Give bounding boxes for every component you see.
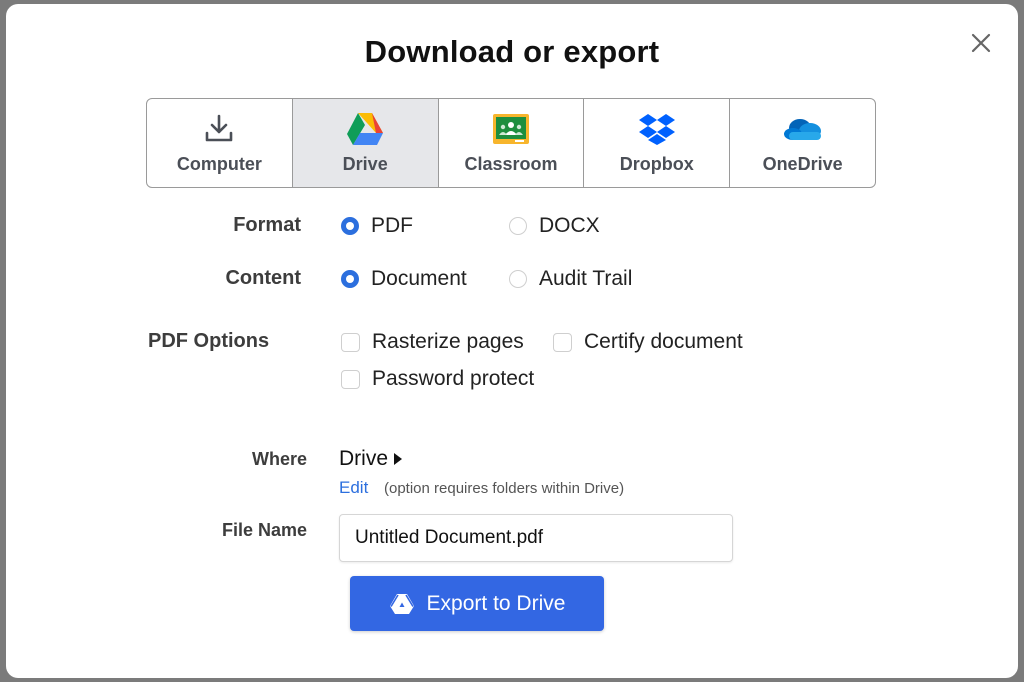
tab-onedrive[interactable]: OneDrive bbox=[730, 99, 875, 187]
destination-tabs: Computer Drive Classroom Dropbox OneDriv… bbox=[146, 98, 876, 188]
where-label: Where bbox=[251, 449, 307, 469]
where-value: Drive bbox=[339, 447, 389, 470]
format-option-label: DOCX bbox=[539, 214, 600, 237]
tab-label: Computer bbox=[176, 154, 262, 174]
export-button-label: Export to Drive bbox=[426, 591, 566, 615]
where-note: (option requires folders within Drive) bbox=[384, 480, 625, 497]
tab-label: Classroom bbox=[464, 154, 558, 174]
google-drive-icon bbox=[389, 593, 414, 614]
option-password-protect[interactable]: Password protect bbox=[341, 367, 534, 391]
radio-document[interactable] bbox=[341, 270, 359, 288]
tab-label: Dropbox bbox=[619, 154, 694, 174]
pdf-option-label: Certify document bbox=[584, 330, 743, 353]
google-classroom-icon bbox=[492, 114, 529, 144]
onedrive-icon bbox=[783, 119, 821, 140]
tab-label: OneDrive bbox=[762, 154, 843, 174]
tab-classroom[interactable]: Classroom bbox=[439, 99, 585, 187]
radio-pdf[interactable] bbox=[341, 217, 359, 235]
format-option-pdf[interactable]: PDF bbox=[341, 214, 413, 238]
where-selector[interactable]: Drive bbox=[339, 447, 403, 471]
format-option-docx[interactable]: DOCX bbox=[509, 214, 600, 238]
content-option-document[interactable]: Document bbox=[341, 267, 467, 291]
radio-audit-trail[interactable] bbox=[509, 270, 527, 288]
option-rasterize-pages[interactable]: Rasterize pages bbox=[341, 330, 524, 354]
file-name-input[interactable] bbox=[339, 514, 733, 562]
pdf-option-label: Password protect bbox=[372, 367, 535, 390]
download-icon bbox=[206, 114, 233, 142]
tab-dropbox[interactable]: Dropbox bbox=[584, 99, 731, 187]
checkbox-certify-document[interactable] bbox=[553, 332, 572, 352]
option-certify-document[interactable]: Certify document bbox=[553, 330, 743, 354]
google-drive-icon bbox=[347, 113, 384, 145]
checkbox-password-protect[interactable] bbox=[341, 369, 360, 389]
dialog-title: Download or export bbox=[364, 34, 660, 69]
edit-link[interactable]: Edit bbox=[339, 478, 368, 498]
dropbox-icon bbox=[638, 114, 675, 145]
tab-computer[interactable]: Computer bbox=[147, 99, 293, 187]
checkbox-rasterize-pages[interactable] bbox=[341, 332, 360, 352]
content-option-label: Document bbox=[371, 267, 467, 290]
content-label: Content bbox=[225, 267, 301, 289]
close-button[interactable] bbox=[966, 28, 996, 58]
pdf-option-label: Rasterize pages bbox=[372, 330, 524, 353]
format-label: Format bbox=[233, 214, 301, 236]
tab-label: Drive bbox=[342, 154, 388, 174]
export-to-drive-button[interactable]: Export to Drive bbox=[350, 576, 604, 631]
file-name-label: File Name bbox=[221, 520, 307, 540]
pdf-options-label: PDF Options bbox=[148, 330, 270, 352]
radio-docx[interactable] bbox=[509, 217, 527, 235]
caret-right-icon bbox=[394, 453, 403, 465]
export-dialog: Download or export Computer Drive Classr… bbox=[6, 4, 1018, 678]
close-icon bbox=[971, 33, 991, 53]
format-option-label: PDF bbox=[371, 214, 413, 237]
content-option-label: Audit Trail bbox=[539, 267, 633, 290]
tab-drive[interactable]: Drive bbox=[292, 99, 439, 187]
content-option-audit-trail[interactable]: Audit Trail bbox=[509, 267, 632, 291]
